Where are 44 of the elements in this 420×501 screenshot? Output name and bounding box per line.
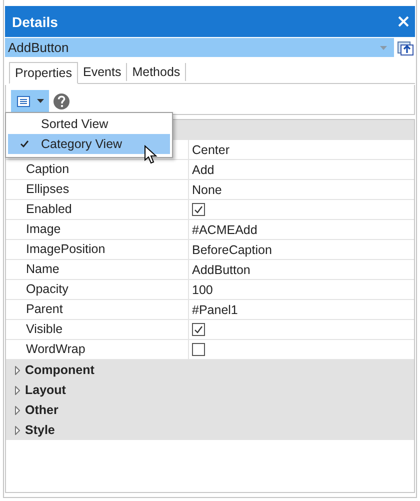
tab[interactable]: Events [78,63,128,81]
category-label: Other [25,403,58,417]
property-value[interactable]: None [192,182,222,196]
tab[interactable]: Methods [127,63,186,81]
expander-icon[interactable] [15,386,20,394]
check-icon [20,140,29,148]
checkbox[interactable] [192,323,205,336]
window-arrow-icon[interactable] [397,39,415,56]
view-dropdown-button[interactable] [11,90,49,112]
help-icon[interactable] [53,92,70,110]
expander-icon[interactable] [15,406,20,414]
caret-icon [36,99,44,103]
property-name: WordWrap [26,342,86,356]
property-name: Caption [26,162,70,176]
tab[interactable]: Properties [9,62,78,84]
property-value[interactable]: #ACMEAdd [192,222,258,236]
checkbox[interactable] [192,343,205,356]
property-value[interactable]: Add [192,162,214,176]
category-label: Component [25,363,94,377]
property-value[interactable]: Center [192,142,230,156]
property-name: Enabled [26,202,72,216]
property-name: Visible [26,322,63,336]
category-label: Style [25,423,55,437]
window-title: Details [12,14,58,30]
property-name: Parent [26,302,63,316]
property-value[interactable]: BeforeCaption [192,242,272,256]
property-name: Name [26,262,60,276]
category-label: Layout [25,383,66,397]
property-value[interactable]: #Panel1 [192,302,238,316]
property-value[interactable]: AddButton [192,262,250,276]
expander-icon[interactable] [15,426,20,434]
property-value[interactable]: 100 [192,282,213,296]
menu-item[interactable]: Sorted View [8,114,170,134]
caret-icon [380,46,387,50]
object-dropdown[interactable]: AddButton [5,38,394,57]
property-name: Ellipses [26,182,70,196]
checkbox[interactable] [192,203,205,216]
expander-icon[interactable] [15,366,20,374]
property-name: Opacity [26,282,68,296]
close-icon[interactable] [398,16,409,27]
property-name: ImagePosition [26,242,106,256]
property-name: Image [26,222,61,236]
menu-item[interactable]: Category View [8,134,170,154]
list-icon [16,96,30,106]
